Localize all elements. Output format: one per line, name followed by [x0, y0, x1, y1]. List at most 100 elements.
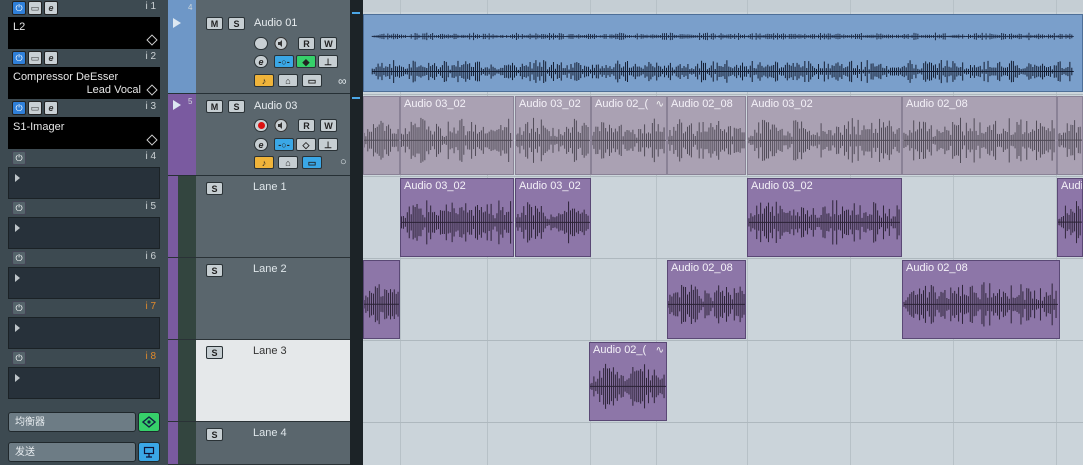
preset-name[interactable]: Lead Vocal	[87, 84, 141, 96]
audio-event[interactable]	[1057, 96, 1083, 175]
record-enable-button[interactable]	[254, 37, 268, 50]
insert-slot[interactable]	[8, 167, 160, 199]
audio-event[interactable]: Audio 03_02	[400, 96, 514, 175]
audio-event[interactable]	[363, 96, 400, 175]
bypass-sends-icon[interactable]: ⊥	[318, 138, 338, 151]
solo-button[interactable]: S	[228, 100, 245, 113]
audio-event-audio-01[interactable]	[363, 14, 1083, 92]
lanes-icon[interactable]: ▭	[302, 74, 322, 87]
sends-toggle-icon[interactable]	[138, 442, 160, 462]
bypass-inserts-icon[interactable]: -○-	[274, 138, 294, 151]
insert-slot[interactable]	[8, 217, 160, 249]
audio-event[interactable]: Audio 03_02	[747, 96, 902, 175]
audio-event[interactable]: Audio 02_(∿	[589, 342, 667, 421]
insert-slot[interactable]: Compressor DeEsser Lead Vocal	[8, 67, 160, 99]
edit-icon[interactable]: e	[44, 101, 58, 115]
insert-slot-header: ⏻▭ei 8	[8, 350, 160, 366]
audio-event[interactable]: Audio 02_08	[667, 96, 746, 175]
audio-event[interactable]: Audio 03_02	[747, 178, 902, 257]
bypass-eq-icon[interactable]: ◆	[296, 55, 316, 68]
edit-diamond-icon[interactable]	[146, 134, 158, 146]
power-icon[interactable]: ⏻	[12, 51, 26, 65]
bypass-icon[interactable]: ▭	[28, 51, 42, 65]
bypass-inserts-icon[interactable]: -○-	[274, 55, 294, 68]
fade-icon[interactable]: ∿	[656, 99, 664, 110]
bypass-icon[interactable]: ▭	[28, 1, 42, 15]
bypass-sends-icon[interactable]: ⊥	[318, 55, 338, 68]
expand-arrow-icon[interactable]	[15, 174, 20, 182]
lane-solo-button[interactable]: S	[206, 428, 223, 441]
audio-event[interactable]	[363, 260, 400, 339]
track-type-audio-icon[interactable]: ♪	[254, 74, 274, 87]
fade-icon[interactable]: ∿	[656, 345, 664, 356]
project-event-display[interactable]: Audio 03_02 Audio 03_02 Audio 02_(∿ Audio 0…	[363, 0, 1083, 465]
read-automation-button[interactable]: R	[298, 119, 315, 132]
track-type-audio-icon[interactable]: ♪	[254, 156, 274, 169]
edit-channel-icon[interactable]: e	[254, 138, 268, 151]
track-list: 4 M S Audio 01 R W e -○- ◆ ⊥ ♪ ⌂ ▭ ∞ 5 M…	[168, 0, 350, 465]
edit-icon[interactable]: e	[44, 51, 58, 65]
solo-button[interactable]: S	[228, 17, 245, 30]
edit-diamond-icon[interactable]	[146, 84, 158, 96]
eq-toggle-icon[interactable]	[138, 412, 160, 432]
lane-solo-button[interactable]: S	[206, 182, 223, 195]
tracklist-splitter[interactable]	[350, 0, 363, 465]
expand-arrow-icon[interactable]	[15, 224, 20, 232]
write-automation-button[interactable]: W	[320, 119, 337, 132]
track-name[interactable]: Audio 03	[254, 100, 297, 112]
power-icon[interactable]: ⏻	[12, 351, 26, 365]
lane-3[interactable]: S Lane 3	[168, 340, 350, 422]
expand-arrow-icon[interactable]	[15, 324, 20, 332]
plugin-name: Compressor DeEsser	[13, 71, 119, 83]
expand-arrow-icon[interactable]	[15, 374, 20, 382]
power-icon[interactable]: ⏻	[12, 301, 26, 315]
insert-slot[interactable]: L2	[8, 17, 160, 49]
audio-event[interactable]: Audio 03_02	[400, 178, 514, 257]
bypass-eq-icon[interactable]: ◇	[296, 138, 316, 151]
power-icon[interactable]: ⏻	[12, 251, 26, 265]
power-icon[interactable]: ⏻	[12, 201, 26, 215]
insert-slot[interactable]: S1-Imager	[8, 117, 160, 149]
mute-button[interactable]: M	[206, 17, 223, 30]
power-icon[interactable]: ⏻	[12, 151, 26, 165]
edit-icon[interactable]: e	[44, 1, 58, 15]
audio-event[interactable]: Audio 03_02	[515, 96, 591, 175]
lock-icon[interactable]: ⌂	[278, 74, 298, 87]
track-audio-03[interactable]: 5 M S Audio 03 R W e -○- ◇ ⊥ ♪ ⌂ ▭ ○	[168, 94, 350, 176]
lane-4[interactable]: S Lane 4	[168, 422, 350, 465]
audio-event[interactable]: Audio 02_08	[667, 260, 746, 339]
insert-slot[interactable]	[8, 367, 160, 399]
insert-slot[interactable]	[8, 317, 160, 349]
audio-event[interactable]: Audio 02_08	[902, 260, 1060, 339]
event-label: Audi	[1061, 180, 1083, 192]
expand-arrow-icon[interactable]	[15, 274, 20, 282]
audio-event[interactable]: Audio 02_08	[902, 96, 1057, 175]
edit-diamond-icon[interactable]	[146, 34, 158, 46]
track-name[interactable]: Audio 01	[254, 17, 297, 29]
audio-event[interactable]: Audi	[1057, 178, 1083, 257]
insert-slot[interactable]	[8, 267, 160, 299]
record-enable-button[interactable]	[254, 119, 268, 132]
audio-event[interactable]: Audio 02_(∿	[591, 96, 667, 175]
monitor-speaker-icon[interactable]	[274, 119, 288, 132]
lane-2[interactable]: S Lane 2	[168, 258, 350, 340]
lane-1[interactable]: S Lane 1	[168, 176, 350, 258]
sends-button[interactable]: 发送	[8, 442, 136, 462]
track-audio-01[interactable]: 4 M S Audio 01 R W e -○- ◆ ⊥ ♪ ⌂ ▭ ∞	[168, 0, 350, 94]
write-automation-button[interactable]: W	[320, 37, 337, 50]
monitor-speaker-icon[interactable]	[274, 37, 288, 50]
equalizer-button[interactable]: 均衡器	[8, 412, 136, 432]
expand-triangle-icon[interactable]	[172, 99, 182, 111]
power-icon[interactable]: ⏻	[12, 101, 26, 115]
bypass-icon[interactable]: ▭	[28, 101, 42, 115]
lock-icon[interactable]: ⌂	[278, 156, 298, 169]
power-icon[interactable]: ⏻	[12, 1, 26, 15]
lane-solo-button[interactable]: S	[206, 264, 223, 277]
audio-event[interactable]: Audio 03_02	[515, 178, 591, 257]
edit-channel-icon[interactable]: e	[254, 55, 268, 68]
expand-triangle-icon[interactable]	[172, 17, 182, 29]
read-automation-button[interactable]: R	[298, 37, 315, 50]
lane-solo-button[interactable]: S	[206, 346, 223, 359]
mute-button[interactable]: M	[206, 100, 223, 113]
lanes-icon[interactable]: ▭	[302, 156, 322, 169]
